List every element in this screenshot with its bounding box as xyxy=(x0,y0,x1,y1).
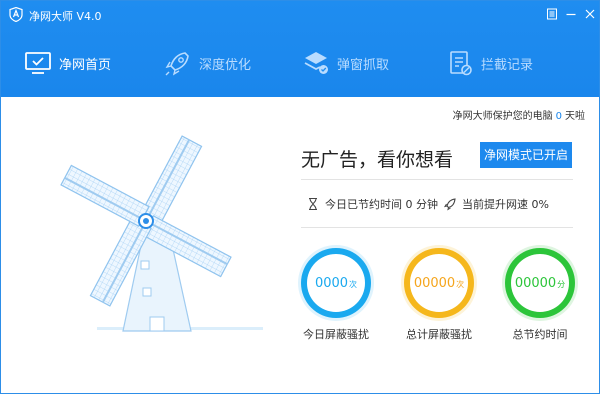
slogan: 无广告，看你想看 xyxy=(301,149,454,171)
protection-prefix: 净网大师保护您的电脑 xyxy=(452,111,553,122)
today-blocked-unit: 次 xyxy=(349,280,358,289)
total-blocked-ring: 00000 次 xyxy=(404,248,474,318)
tab-block-log[interactable]: 拦截记录 xyxy=(445,45,533,81)
tab-popup-capture-label: 弹窗抓取 xyxy=(337,57,390,73)
app-window: 净网大师 V4.0 净网首页 深度优化 弹窗抓取 拦截记录 净网大师保护您的电脑… xyxy=(0,0,600,394)
layers-icon xyxy=(304,52,328,74)
minimize-icon[interactable] xyxy=(564,7,578,21)
windmill-illustration xyxy=(60,135,263,332)
total-blocked-unit: 次 xyxy=(456,280,465,289)
tab-deep-optimize[interactable]: 深度优化 xyxy=(163,45,251,81)
menu-icon[interactable] xyxy=(545,7,559,21)
total-saved-time-unit: 分 xyxy=(557,280,566,289)
shield-logo-icon xyxy=(9,7,23,22)
tab-home-label: 净网首页 xyxy=(59,57,112,73)
app-title: 净网大师 V4.0 xyxy=(29,10,102,23)
total-saved-time-value: 00000 xyxy=(514,275,557,291)
total-blocked-label: 总计屏蔽骚扰 xyxy=(406,328,472,341)
saved-time-info: 今日已节约时间 0 分钟 xyxy=(306,196,438,212)
speed-text: 当前提升网速 0% xyxy=(462,198,549,211)
clean-mode-button[interactable]: 净网模式已开启 xyxy=(480,142,572,168)
total-saved-time-ring: 00000 分 xyxy=(505,248,575,318)
saved-time-text: 今日已节约时间 0 分钟 xyxy=(325,198,438,211)
protection-days-count: 0 xyxy=(555,111,562,122)
main-nav: 净网首页 深度优化 弹窗抓取 拦截记录 xyxy=(1,45,599,81)
monitor-icon xyxy=(25,52,51,74)
today-blocked-value: 0000 xyxy=(314,275,349,291)
total-saved-time-label: 总节约时间 xyxy=(512,328,568,341)
today-blocked-ring: 0000 次 xyxy=(301,248,371,318)
close-icon[interactable] xyxy=(583,7,597,21)
speed-info: 当前提升网速 0% xyxy=(443,196,549,212)
total-blocked-value: 00000 xyxy=(413,275,456,291)
log-icon xyxy=(450,51,472,76)
rocket-icon xyxy=(165,52,189,76)
hourglass-icon xyxy=(309,197,317,211)
today-blocked-label: 今日屏蔽骚扰 xyxy=(303,328,369,341)
protection-days-status: 净网大师保护您的电脑 0 天啦 xyxy=(453,107,585,122)
divider xyxy=(301,179,573,180)
titlebar: 净网大师 V4.0 xyxy=(1,1,599,29)
header: 净网大师 V4.0 净网首页 深度优化 弹窗抓取 拦截记录 xyxy=(1,1,599,97)
divider xyxy=(301,227,573,228)
tab-home[interactable]: 净网首页 xyxy=(23,45,111,81)
tab-popup-capture[interactable]: 弹窗抓取 xyxy=(301,45,389,81)
protection-suffix: 天啦 xyxy=(565,111,585,122)
tab-deep-optimize-label: 深度优化 xyxy=(199,57,252,73)
tab-block-log-label: 拦截记录 xyxy=(481,57,534,73)
rocket-small-icon xyxy=(443,198,456,211)
